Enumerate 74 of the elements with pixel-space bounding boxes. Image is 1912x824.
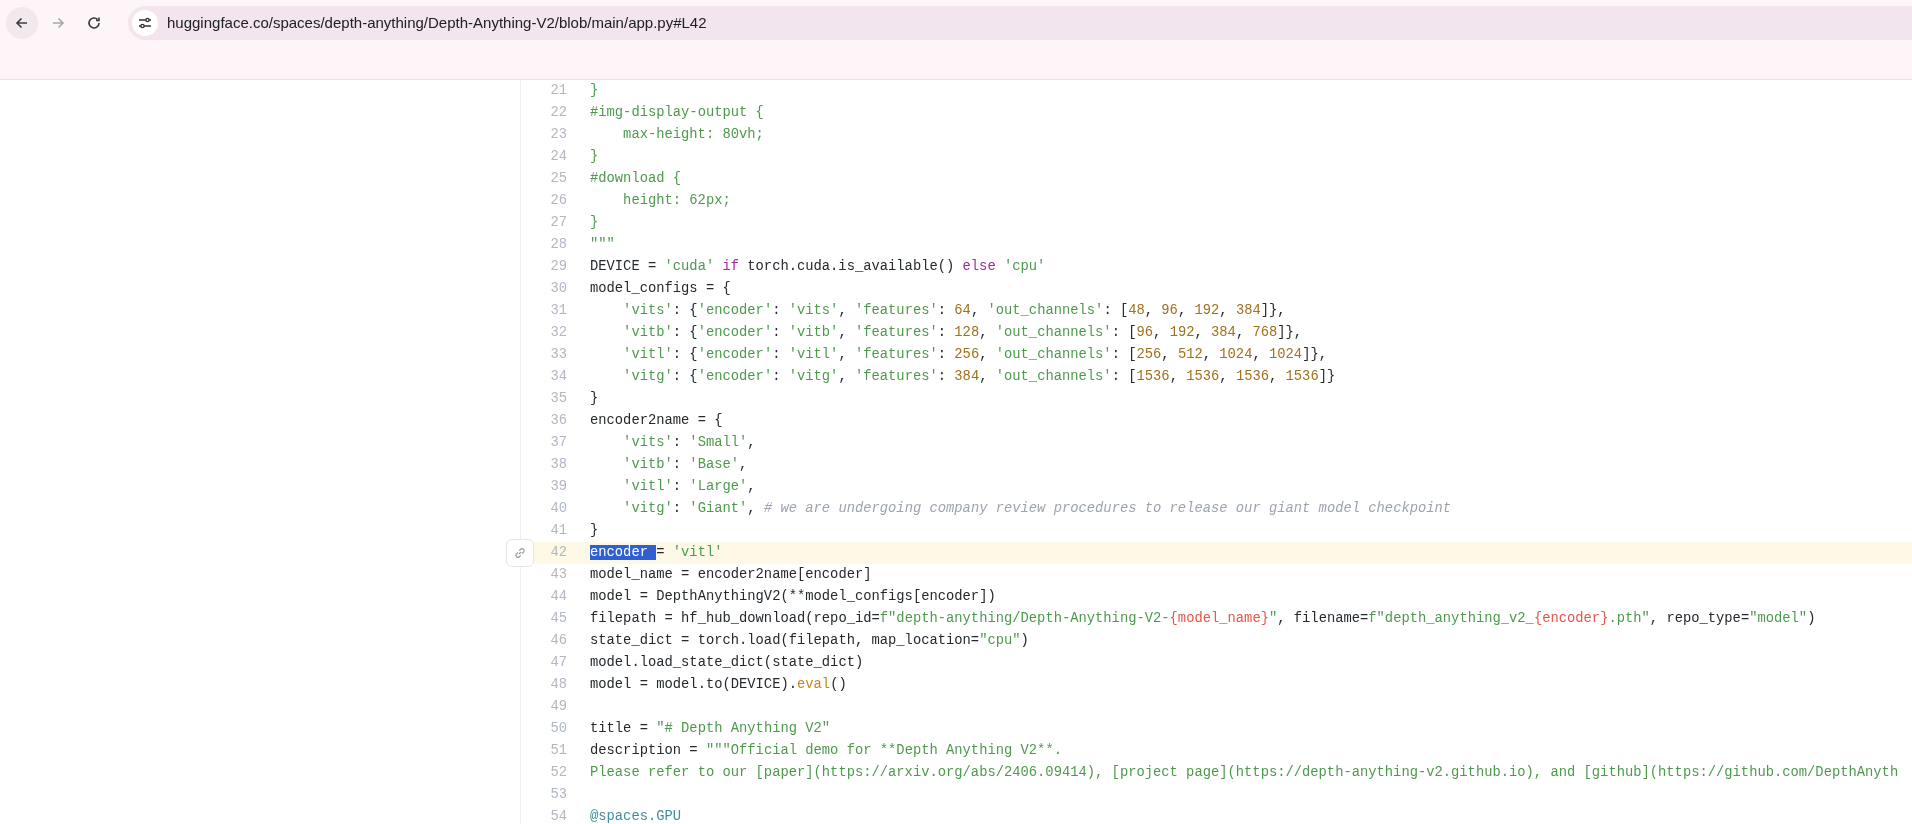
line-number: 31	[549, 301, 567, 320]
line-number: 24	[549, 147, 567, 166]
code-line: }	[590, 389, 599, 408]
line-number: 32	[549, 323, 567, 342]
code-line: max-height: 80vh;	[622, 125, 764, 144]
code-line: 'vits': {'encoder': 'vits', 'features': 64, 'out_channels': [48, 96, 192, 384]},	[622, 301, 1286, 320]
code-line: model = model.to(DEVICE).eval()	[590, 675, 847, 694]
line-number: 48	[549, 675, 567, 694]
code-line: 'vitb': 'Base',	[622, 455, 748, 474]
link-icon	[513, 546, 527, 560]
code-line: }	[590, 81, 599, 100]
code-line: 'vitb': {'encoder': 'vitb', 'features': 128, 'out_channels': [96, 192, 384, 768]},	[622, 323, 1303, 342]
line-number: 34	[549, 367, 567, 386]
line-number: 27	[549, 213, 567, 232]
code-line: model = DepthAnythingV2(**model_configs[encoder])	[590, 587, 996, 606]
line-number: 26	[549, 191, 567, 210]
line-number: 51	[549, 741, 567, 760]
code-line: height: 62px;	[622, 191, 731, 210]
code-line: 'vits': 'Small',	[622, 433, 756, 452]
line-number: 25	[549, 169, 567, 188]
code-line: #img-display-output {	[590, 103, 764, 122]
line-number: 38	[549, 455, 567, 474]
code-line: state_dict = torch.load(filepath, map_location="cpu")	[590, 631, 1029, 650]
line-number: 40	[549, 499, 567, 518]
address-bar[interactable]: huggingface.co/spaces/depth-anything/Depth-Anything-V2/blob/main/app.py#L42	[128, 6, 1912, 40]
code-line: }	[590, 213, 599, 232]
code-line: 'vitg': {'encoder': 'vitg', 'features': 384, 'out_channels': [1536, 1536, 1536, 1536]}	[622, 367, 1336, 386]
line-number: 36	[549, 411, 567, 430]
code-line: DEVICE = 'cuda' if torch.cuda.is_available() else 'cpu'	[590, 257, 1046, 276]
line-number: 30	[549, 279, 567, 298]
back-button[interactable]	[6, 7, 38, 39]
code-line: Please refer to our [paper](https://arxiv.org/abs/2406.09414), [project page](https://depth-anything-v2.github.io), and [github](https://github.com/DepthAnyth	[590, 763, 1899, 782]
code-line: encoder = 'vitl'	[590, 543, 723, 562]
code-line: model_configs = {	[590, 279, 731, 298]
line-number: 44	[549, 587, 567, 606]
code-line: }	[590, 147, 599, 166]
line-number: 43	[549, 565, 567, 584]
code-line: """	[590, 235, 615, 254]
line-number: 50	[549, 719, 567, 738]
line-number: 49	[549, 697, 567, 716]
line-number: 21	[549, 81, 567, 100]
line-number: 22	[549, 103, 567, 122]
code-line: title = "# Depth Anything V2"	[590, 719, 831, 738]
code-line: encoder2name = {	[590, 411, 723, 430]
code-line: filepath = hf_hub_download(repo_id=f"depth-anything/Depth-Anything-V2-{model_name}", filename=f"depth_anything_v2_{encoder}.pth", repo_type="model")	[590, 609, 1816, 628]
line-number: 39	[549, 477, 567, 496]
line-number: 53	[549, 785, 567, 804]
code-line: model_name = encoder2name[encoder]	[590, 565, 872, 584]
line-number: 52	[549, 763, 567, 782]
site-settings-icon[interactable]	[132, 10, 158, 36]
line-number: 42	[549, 543, 567, 562]
line-number: 35	[549, 389, 567, 408]
code-line: model.load_state_dict(state_dict)	[590, 653, 864, 672]
code-line: @spaces.GPU	[590, 807, 682, 824]
line-number: 46	[549, 631, 567, 650]
back-arrow-icon	[14, 15, 30, 31]
line-number: 41	[549, 521, 567, 540]
url-text: huggingface.co/spaces/depth-anything/Depth-Anything-V2/blob/main/app.py#L42	[167, 12, 707, 33]
line-number: 28	[549, 235, 567, 254]
line-number: 23	[549, 125, 567, 144]
code-line: }	[590, 521, 599, 540]
line-number: 37	[549, 433, 567, 452]
code-line: description = """Official demo for **Depth Anything V2**.	[590, 741, 1062, 760]
forward-arrow-icon	[50, 15, 66, 31]
code-line: 'vitl': 'Large',	[622, 477, 756, 496]
code-line: 'vitl': {'encoder': 'vitl', 'features': 256, 'out_channels': [256, 512, 1024, 1024]},	[622, 345, 1327, 364]
line-number: 29	[549, 257, 567, 276]
code-line: 'vitg': 'Giant', # we are undergoing company review procedures to release our giant model checkpoint	[622, 499, 1452, 518]
line-number: 54	[549, 807, 567, 824]
line-number: 33	[549, 345, 567, 364]
line-number: 47	[549, 653, 567, 672]
code-line: #download {	[590, 169, 682, 188]
line-number: 45	[549, 609, 567, 628]
reload-icon	[86, 15, 102, 31]
